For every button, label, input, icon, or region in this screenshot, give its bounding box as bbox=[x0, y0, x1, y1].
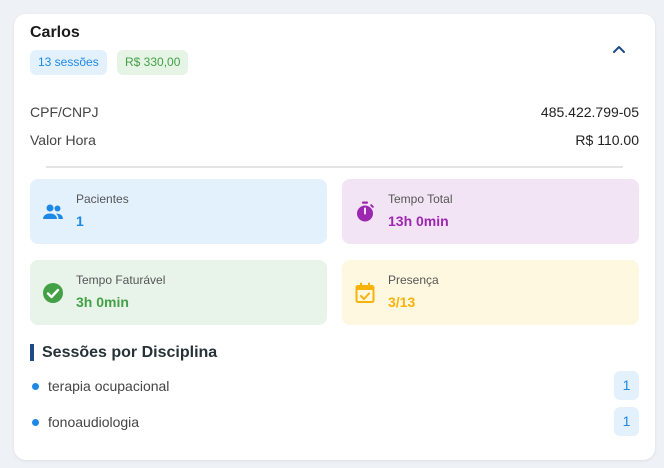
section-title-disciplines: Sessões por Disciplina bbox=[30, 344, 217, 361]
detail-row-hourly-rate: Valor Hora R$ 110.00 bbox=[30, 132, 639, 148]
stat-label: Presença bbox=[388, 273, 439, 287]
list-item: fonoaudiologia 1 bbox=[30, 407, 639, 437]
stat-label: Tempo Total bbox=[388, 192, 453, 206]
client-card: Carlos 13 sessões R$ 330,00 CPF/CNPJ 485… bbox=[14, 14, 655, 460]
detail-value: R$ 110.00 bbox=[575, 132, 639, 148]
detail-row-cpf: CPF/CNPJ 485.422.799-05 bbox=[30, 104, 639, 120]
bullet-dot bbox=[32, 383, 39, 390]
divider bbox=[46, 166, 623, 168]
stat-label: Tempo Faturável bbox=[76, 273, 166, 287]
stat-value: 3h 0min bbox=[76, 294, 129, 310]
client-name: Carlos bbox=[30, 24, 80, 41]
calendar-check-icon bbox=[355, 282, 375, 303]
collapse-button[interactable] bbox=[606, 38, 632, 60]
discipline-count-badge: 1 bbox=[614, 407, 639, 436]
detail-label: CPF/CNPJ bbox=[30, 104, 99, 120]
discipline-label: terapia ocupacional bbox=[48, 378, 170, 394]
stat-billable-time: Tempo Faturável 3h 0min bbox=[30, 260, 327, 325]
stat-label: Pacientes bbox=[76, 192, 129, 206]
timer-icon bbox=[357, 201, 374, 222]
detail-value: 485.422.799-05 bbox=[540, 104, 639, 120]
amount-badge: R$ 330,00 bbox=[117, 50, 189, 75]
stat-patients: Pacientes 1 bbox=[30, 179, 327, 244]
stat-value: 3/13 bbox=[388, 294, 416, 310]
sessions-badge: 13 sessões bbox=[30, 50, 107, 75]
people-icon bbox=[43, 204, 63, 219]
check-circle-icon bbox=[43, 283, 63, 303]
bullet-dot bbox=[32, 419, 39, 426]
chevron-up-icon bbox=[613, 46, 625, 53]
discipline-count-badge: 1 bbox=[614, 371, 639, 400]
discipline-label: fonoaudiologia bbox=[48, 414, 140, 430]
list-item: terapia ocupacional 1 bbox=[30, 371, 639, 401]
stat-value: 1 bbox=[76, 213, 84, 229]
stat-total-time: Tempo Total 13h 0min bbox=[342, 179, 639, 244]
stat-value: 13h 0min bbox=[388, 213, 449, 229]
detail-label: Valor Hora bbox=[30, 132, 96, 148]
stat-attendance: Presença 3/13 bbox=[342, 260, 639, 325]
